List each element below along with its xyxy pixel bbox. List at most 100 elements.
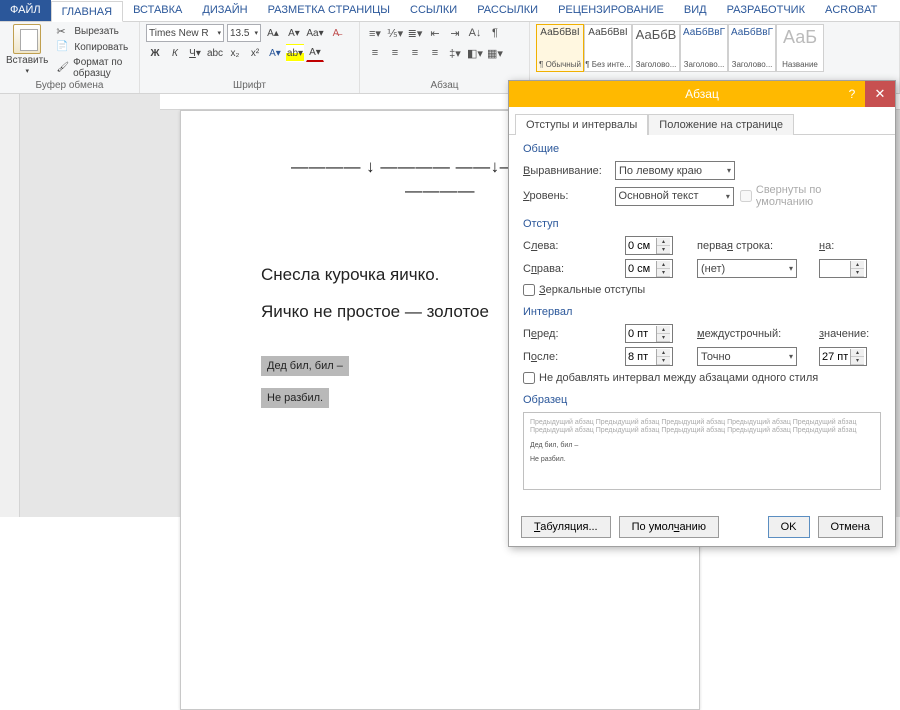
before-label: Перед: bbox=[523, 328, 613, 340]
section-general: Общие bbox=[523, 143, 881, 155]
section-interval: Интервал bbox=[523, 306, 881, 318]
value-label: значение: bbox=[819, 328, 879, 340]
section-preview: Образец bbox=[523, 394, 881, 406]
copy-button[interactable]: Копировать bbox=[54, 40, 133, 54]
before-spin[interactable]: ▴▾ bbox=[625, 324, 673, 343]
tab-home[interactable]: ГЛАВНАЯ bbox=[51, 1, 123, 22]
paste-label: Вставить bbox=[6, 55, 48, 66]
tabs-button[interactable]: Табуляция... bbox=[521, 516, 611, 538]
style-heading2[interactable]: АаБбВвГЗаголово... bbox=[680, 24, 728, 72]
brush-icon bbox=[56, 62, 69, 74]
dialog-tab-position[interactable]: Положение на странице bbox=[648, 114, 794, 135]
doc-line3-selected[interactable]: Дед бил, бил – bbox=[261, 356, 349, 376]
value-spin[interactable]: ▴▾ bbox=[819, 347, 867, 366]
linespacing-combo[interactable]: Точно▾ bbox=[697, 347, 797, 366]
cut-button[interactable]: Вырезать bbox=[54, 24, 133, 38]
dialog-titlebar[interactable]: Абзац ? ✕ bbox=[509, 81, 895, 107]
sort-button[interactable]: A↓ bbox=[466, 24, 484, 42]
ribbon-tabs: ФАЙЛ ГЛАВНАЯ ВСТАВКА ДИЗАЙН РАЗМЕТКА СТР… bbox=[0, 0, 900, 22]
vertical-ruler bbox=[0, 94, 20, 517]
shrink-font-button[interactable]: A▾ bbox=[285, 24, 303, 42]
paste-icon bbox=[13, 24, 41, 54]
tab-review[interactable]: РЕЦЕНЗИРОВАНИЕ bbox=[548, 0, 674, 21]
tab-acrobat[interactable]: ACROBAT bbox=[815, 0, 887, 21]
left-label: Слева: bbox=[523, 240, 613, 252]
right-spin[interactable]: ▴▾ bbox=[625, 259, 673, 278]
firstline-label: первая строка: bbox=[697, 240, 807, 252]
paste-button[interactable]: Вставить ▾ bbox=[6, 24, 48, 80]
shading-button[interactable]: ◧▾ bbox=[466, 44, 484, 62]
doc-line4-selected[interactable]: Не разбил. bbox=[261, 388, 329, 408]
mirror-checkbox[interactable] bbox=[523, 284, 535, 296]
tab-layout[interactable]: РАЗМЕТКА СТРАНИЦЫ bbox=[258, 0, 400, 21]
italic-button[interactable]: К bbox=[166, 44, 184, 62]
right-label: Справа: bbox=[523, 263, 613, 275]
after-spin[interactable]: ▴▾ bbox=[625, 347, 673, 366]
style-heading1[interactable]: АаБбВЗаголово... bbox=[632, 24, 680, 72]
clear-format-button[interactable]: A̶ bbox=[327, 24, 345, 42]
clipboard-group-label: Буфер обмена bbox=[6, 80, 133, 93]
bold-button[interactable]: Ж bbox=[146, 44, 164, 62]
nospace-label: Не добавлять интервал между абзацами одн… bbox=[539, 372, 818, 384]
show-marks-button[interactable]: ¶ bbox=[486, 24, 504, 42]
copy-icon bbox=[56, 41, 70, 53]
default-button[interactable]: По умолчанию bbox=[619, 516, 719, 538]
align-left-button[interactable]: ≡ bbox=[366, 44, 384, 62]
tab-view[interactable]: ВИД bbox=[674, 0, 717, 21]
align-label: Выравнивание: bbox=[523, 165, 609, 177]
change-case-button[interactable]: Aa▾ bbox=[306, 24, 324, 42]
grow-font-button[interactable]: A▴ bbox=[264, 24, 282, 42]
collapse-checkbox bbox=[740, 190, 752, 202]
firstline-combo[interactable]: (нет)▾ bbox=[697, 259, 797, 278]
bullets-button[interactable]: ≡▾ bbox=[366, 24, 384, 42]
cut-icon bbox=[56, 25, 70, 37]
style-normal[interactable]: АаБбВвI¶ Обычный bbox=[536, 24, 584, 72]
style-title[interactable]: АаБНазвание bbox=[776, 24, 824, 72]
underline-button[interactable]: Ч▾ bbox=[186, 44, 204, 62]
dialog-tab-indents[interactable]: Отступы и интервалы bbox=[515, 114, 648, 135]
dialog-help-button[interactable]: ? bbox=[839, 81, 865, 107]
line-spacing-button[interactable]: ‡▾ bbox=[446, 44, 464, 62]
tab-mailings[interactable]: РАССЫЛКИ bbox=[467, 0, 548, 21]
borders-button[interactable]: ▦▾ bbox=[486, 44, 504, 62]
tab-insert[interactable]: ВСТАВКА bbox=[123, 0, 192, 21]
nospace-checkbox[interactable] bbox=[523, 372, 535, 384]
preview-box: Предыдущий абзац Предыдущий абзац Предыд… bbox=[523, 412, 881, 490]
decrease-indent-button[interactable]: ⇤ bbox=[426, 24, 444, 42]
subscript-button[interactable]: x₂ bbox=[226, 44, 244, 62]
font-size-combo[interactable]: 13.5▾ bbox=[227, 24, 261, 42]
justify-button[interactable]: ≡ bbox=[426, 44, 444, 62]
ok-button[interactable]: OK bbox=[768, 516, 810, 538]
align-center-button[interactable]: ≡ bbox=[386, 44, 404, 62]
increase-indent-button[interactable]: ⇥ bbox=[446, 24, 464, 42]
strike-button[interactable]: abc bbox=[206, 44, 224, 62]
align-combo[interactable]: По левому краю▾ bbox=[615, 161, 735, 180]
font-color-button[interactable]: A▾ bbox=[306, 44, 324, 62]
dialog-close-button[interactable]: ✕ bbox=[865, 81, 895, 107]
level-label: Уровень: bbox=[523, 190, 609, 202]
left-spin[interactable]: ▴▾ bbox=[625, 236, 673, 255]
tab-file[interactable]: ФАЙЛ bbox=[0, 0, 51, 21]
after-label: После: bbox=[523, 351, 613, 363]
style-nospacing[interactable]: АаБбВвI¶ Без инте... bbox=[584, 24, 632, 72]
style-heading3[interactable]: АаБбВвГЗаголово... bbox=[728, 24, 776, 72]
cancel-button[interactable]: Отмена bbox=[818, 516, 883, 538]
format-painter-button[interactable]: Формат по образцу bbox=[54, 56, 133, 80]
collapse-label: Свернуты по умолчанию bbox=[756, 184, 881, 208]
on-label: на: bbox=[819, 240, 879, 252]
multilevel-button[interactable]: ≣▾ bbox=[406, 24, 424, 42]
font-name-combo[interactable]: Times New R▾ bbox=[146, 24, 224, 42]
tab-design[interactable]: ДИЗАЙН bbox=[192, 0, 257, 21]
on-spin[interactable]: ▴▾ bbox=[819, 259, 867, 278]
tab-references[interactable]: ССЫЛКИ bbox=[400, 0, 467, 21]
level-combo[interactable]: Основной текст▾ bbox=[615, 187, 734, 206]
text-effects-button[interactable]: A▾ bbox=[266, 44, 284, 62]
numbering-button[interactable]: ⅕▾ bbox=[386, 24, 404, 42]
tab-developer[interactable]: РАЗРАБОТЧИК bbox=[717, 0, 815, 21]
highlight-button[interactable]: ab▾ bbox=[286, 44, 304, 62]
superscript-button[interactable]: x² bbox=[246, 44, 264, 62]
copy-label: Копировать bbox=[74, 42, 128, 53]
align-right-button[interactable]: ≡ bbox=[406, 44, 424, 62]
paragraph-dialog: Абзац ? ✕ Отступы и интервалы Положение … bbox=[508, 80, 896, 547]
linespacing-label: междустрочный: bbox=[697, 328, 807, 340]
